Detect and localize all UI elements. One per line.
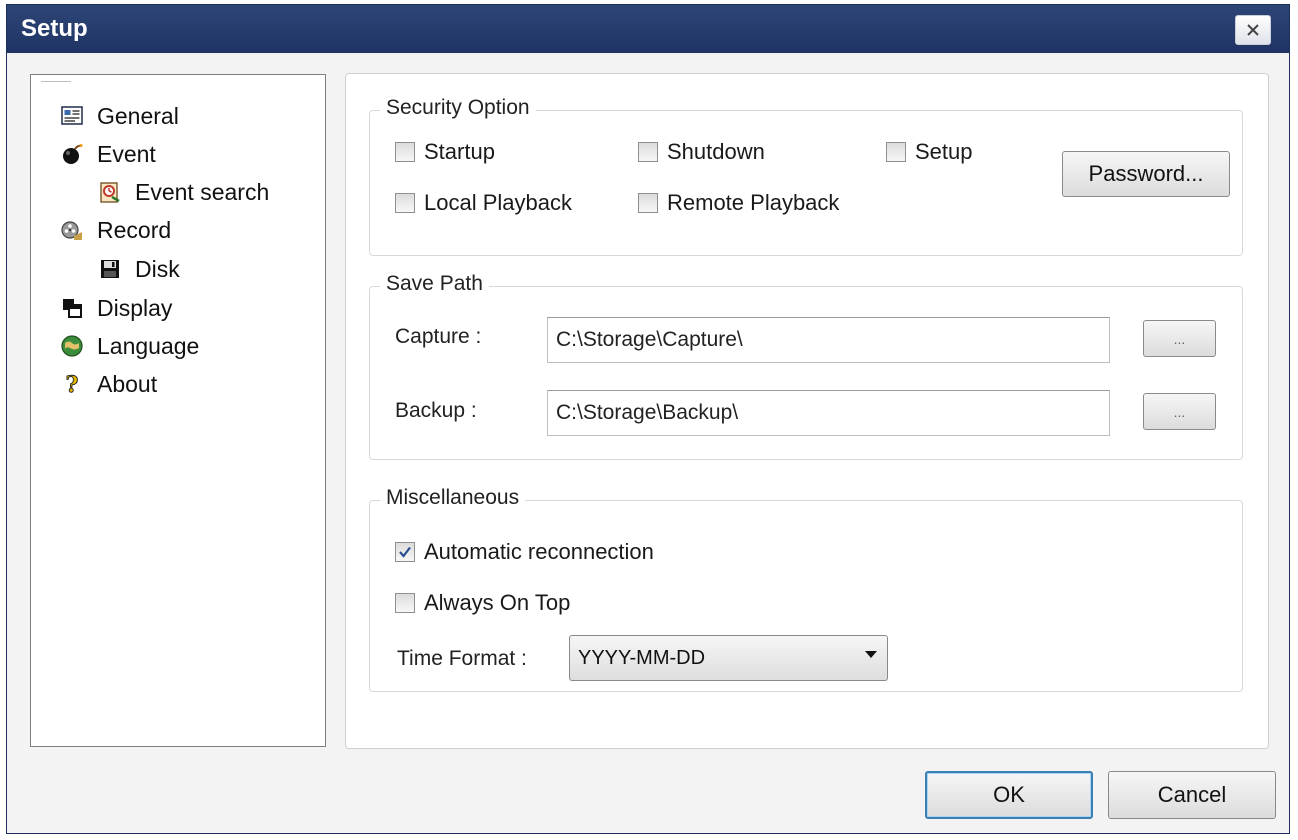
settings-panel: Security Option Startup Shutdown Setup L… — [345, 73, 1269, 749]
security-option-group: Security Option Startup Shutdown Setup L… — [369, 96, 1243, 256]
tree-item-display[interactable]: Display — [59, 293, 172, 323]
save-path-title: Save Path — [380, 272, 489, 296]
time-format-label: Time Format : — [397, 647, 527, 670]
backup-label: Backup : — [395, 399, 477, 422]
close-button[interactable] — [1235, 15, 1271, 45]
tree-item-about[interactable]: ? About — [59, 369, 157, 399]
settings-tree: General Event Event search Record Disk D… — [30, 74, 326, 747]
capture-browse-button[interactable]: ... — [1143, 320, 1216, 357]
automatic-reconnection-checkbox[interactable]: Automatic reconnection — [395, 539, 654, 565]
tree-item-label: Event search — [135, 178, 270, 205]
general-icon — [59, 103, 85, 129]
tree-item-label: Display — [97, 294, 173, 321]
svg-text:?: ? — [66, 372, 79, 396]
checkbox-box[interactable] — [395, 142, 415, 162]
checkbox-box[interactable] — [886, 142, 906, 162]
tree-item-event-search[interactable]: Event search — [97, 177, 269, 207]
miscellaneous-title: Miscellaneous — [380, 486, 526, 510]
display-icon — [59, 295, 85, 321]
ok-button[interactable]: OK — [925, 771, 1093, 819]
checkbox-label: Shutdown — [667, 139, 765, 164]
capture-path-field[interactable]: C:\Storage\Capture\ — [547, 317, 1110, 363]
password-button[interactable]: Password... — [1062, 151, 1230, 197]
tree-item-general[interactable]: General — [59, 101, 179, 131]
capture-label: Capture : — [395, 325, 482, 348]
checkmark-icon — [399, 546, 411, 558]
bomb-icon — [59, 141, 85, 167]
tree-item-language[interactable]: Language — [59, 331, 199, 361]
checkbox-label: Always On Top — [424, 590, 571, 615]
event-search-icon — [97, 179, 123, 205]
checkbox-label: Setup — [915, 139, 973, 164]
tree-item-label: About — [97, 370, 158, 397]
always-on-top-checkbox[interactable]: Always On Top — [395, 590, 570, 616]
local-playback-checkbox[interactable]: Local Playback — [395, 190, 572, 216]
tree-item-event[interactable]: Event — [59, 139, 156, 169]
save-path-group: Save Path Capture : C:\Storage\Capture\ … — [369, 272, 1243, 460]
startup-checkbox[interactable]: Startup — [395, 139, 495, 165]
cancel-button[interactable]: Cancel — [1108, 771, 1276, 819]
checkbox-label: Automatic reconnection — [424, 539, 654, 564]
question-mark-icon: ? — [59, 371, 85, 397]
floppy-disk-icon — [97, 256, 123, 282]
checkbox-label: Remote Playback — [667, 190, 840, 215]
checkbox-box[interactable] — [638, 142, 658, 162]
tree-root-line — [41, 81, 71, 82]
backup-path-field[interactable]: C:\Storage\Backup\ — [547, 390, 1110, 436]
tree-item-label: General — [97, 102, 179, 129]
checkbox-box[interactable] — [395, 593, 415, 613]
checkbox-box[interactable] — [638, 193, 658, 213]
tree-item-record[interactable]: Record — [59, 215, 171, 245]
title-bar: Setup — [7, 5, 1289, 53]
remote-playback-checkbox[interactable]: Remote Playback — [638, 190, 839, 216]
checkbox-label: Startup — [424, 139, 495, 164]
film-reel-icon — [59, 217, 85, 243]
checkbox-box[interactable] — [395, 542, 415, 562]
miscellaneous-group: Miscellaneous Automatic reconnection Alw… — [369, 486, 1243, 692]
close-icon — [1247, 24, 1259, 36]
security-option-title: Security Option — [380, 96, 536, 120]
shutdown-checkbox[interactable]: Shutdown — [638, 139, 765, 165]
backup-browse-button[interactable]: ... — [1143, 393, 1216, 430]
tree-item-label: Record — [97, 216, 172, 243]
checkbox-box[interactable] — [395, 193, 415, 213]
tree-item-label: Disk — [135, 255, 180, 282]
tree-item-disk[interactable]: Disk — [97, 254, 180, 284]
globe-icon — [59, 333, 85, 359]
setup-checkbox[interactable]: Setup — [886, 139, 973, 165]
window-title: Setup — [21, 15, 88, 42]
setup-dialog: Setup General Event Event search Record … — [6, 4, 1290, 834]
chevron-down-icon — [865, 651, 877, 658]
checkbox-label: Local Playback — [424, 190, 572, 215]
tree-item-label: Language — [97, 332, 200, 359]
time-format-select[interactable]: YYYY-MM-DD — [569, 635, 888, 681]
time-format-value: YYYY-MM-DD — [578, 646, 706, 669]
tree-item-label: Event — [97, 140, 156, 167]
